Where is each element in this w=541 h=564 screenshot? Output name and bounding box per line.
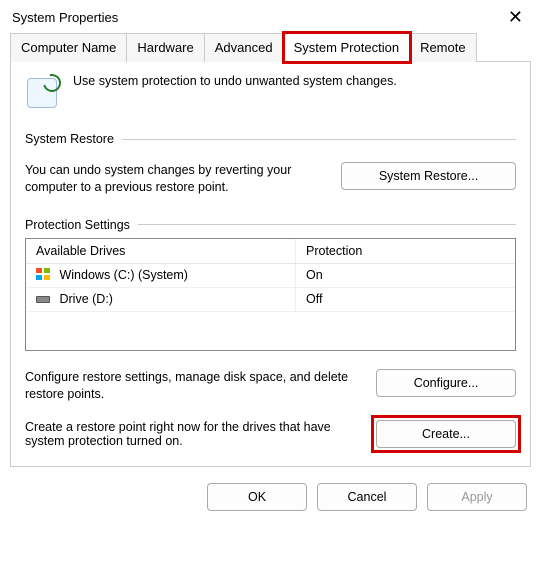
tab-system-protection[interactable]: System Protection bbox=[284, 33, 411, 62]
col-protection[interactable]: Protection bbox=[296, 239, 515, 263]
window-title: System Properties bbox=[12, 10, 118, 25]
system-restore-label: System Restore bbox=[25, 132, 516, 146]
intro: Use system protection to undo unwanted s… bbox=[25, 74, 516, 110]
tab-computer-name[interactable]: Computer Name bbox=[10, 33, 127, 62]
drive-name: Drive (D:) bbox=[59, 292, 112, 306]
tab-hardware[interactable]: Hardware bbox=[127, 33, 204, 62]
titlebar: System Properties ✕ bbox=[0, 0, 541, 32]
system-protection-icon bbox=[25, 74, 61, 110]
tab-remote[interactable]: Remote bbox=[410, 33, 477, 62]
protection-settings-label: Protection Settings bbox=[25, 218, 516, 232]
cancel-button[interactable]: Cancel bbox=[317, 483, 417, 511]
create-highlight: Create... bbox=[376, 420, 516, 448]
windows-drive-icon bbox=[36, 268, 50, 283]
intro-text: Use system protection to undo unwanted s… bbox=[73, 74, 397, 88]
create-text: Create a restore point right now for the… bbox=[25, 420, 358, 448]
apply-button: Apply bbox=[427, 483, 527, 511]
col-available-drives[interactable]: Available Drives bbox=[26, 239, 296, 263]
system-restore-button[interactable]: System Restore... bbox=[341, 162, 516, 190]
drive-protection: On bbox=[296, 264, 515, 287]
drive-icon bbox=[36, 293, 50, 307]
system-restore-row: You can undo system changes by reverting… bbox=[25, 152, 516, 196]
dialog-footer: OK Cancel Apply bbox=[0, 477, 541, 523]
tabs: Computer Name Hardware Advanced System P… bbox=[0, 32, 541, 61]
ok-button[interactable]: OK bbox=[207, 483, 307, 511]
configure-row: Configure restore settings, manage disk … bbox=[25, 369, 516, 403]
drive-name: Windows (C:) (System) bbox=[59, 268, 187, 282]
tab-advanced[interactable]: Advanced bbox=[205, 33, 284, 62]
configure-text: Configure restore settings, manage disk … bbox=[25, 369, 358, 403]
close-icon[interactable]: ✕ bbox=[504, 8, 527, 26]
drives-header: Available Drives Protection bbox=[26, 239, 515, 264]
table-row[interactable]: Windows (C:) (System) On bbox=[26, 264, 515, 288]
tab-panel: Use system protection to undo unwanted s… bbox=[10, 61, 531, 467]
create-button[interactable]: Create... bbox=[376, 420, 516, 448]
system-restore-description: You can undo system changes by reverting… bbox=[25, 162, 323, 196]
configure-button[interactable]: Configure... bbox=[376, 369, 516, 397]
table-row[interactable]: Drive (D:) Off bbox=[26, 288, 515, 312]
drive-protection: Off bbox=[296, 288, 515, 311]
create-row: Create a restore point right now for the… bbox=[25, 420, 516, 448]
drives-table: Available Drives Protection Windows (C:)… bbox=[25, 238, 516, 351]
